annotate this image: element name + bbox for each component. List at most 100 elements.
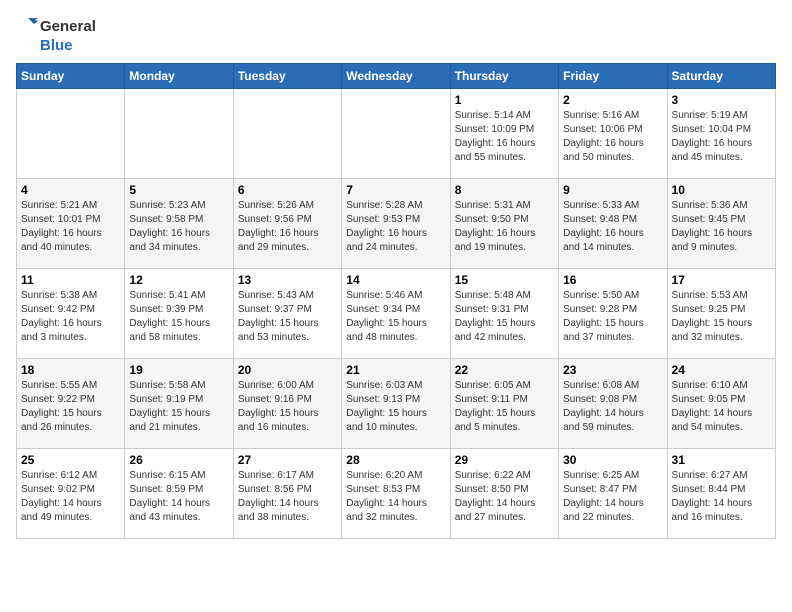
day-number: 3 — [672, 93, 771, 107]
calendar-cell: 20 Sunrise: 6:00 AMSunset: 9:16 PMDayligh… — [233, 358, 341, 448]
col-header-friday: Friday — [559, 63, 667, 88]
day-number: 27 — [238, 453, 337, 467]
day-info: Sunrise: 6:15 AMSunset: 8:59 PMDaylight:… — [129, 469, 228, 525]
day-info: Sunrise: 5:26 AMSunset: 9:56 PMDaylight:… — [238, 199, 337, 255]
day-info: Sunrise: 5:23 AMSunset: 9:58 PMDaylight:… — [129, 199, 228, 255]
day-info: Sunrise: 6:08 AMSunset: 9:08 PMDaylight:… — [563, 379, 662, 435]
calendar-cell: 31Sunrise: 6:27 AMSunset: 8:44 PMDayligh… — [667, 448, 775, 538]
day-number: 16 — [563, 273, 662, 287]
day-info: Sunrise: 5:48 AMSunset: 9:31 PMDaylight:… — [455, 289, 554, 345]
calendar-cell: 28 Sunrise: 6:20 AMSunset: 8:53 PMDayligh… — [342, 448, 450, 538]
calendar-table: SundayMondayTuesdayWednesdayThursdayFrid… — [16, 63, 776, 539]
day-info: Sunrise: 6:17 AMSunset: 8:56 PMDaylight:… — [238, 469, 337, 525]
day-info: Sunrise: 5:19 AMSunset: 10:04 PMDaylight… — [672, 109, 771, 165]
calendar-cell: 7 Sunrise: 5:28 AMSunset: 9:53 PMDaylight… — [342, 178, 450, 268]
col-header-thursday: Thursday — [450, 63, 558, 88]
calendar-cell: 16 Sunrise: 5:50 AMSunset: 9:28 PMDayligh… — [559, 268, 667, 358]
day-number: 20 — [238, 363, 337, 377]
day-number: 18 — [21, 363, 120, 377]
logo-general-text: General — [40, 19, 96, 36]
col-header-sunday: Sunday — [17, 63, 125, 88]
day-number: 25 — [21, 453, 120, 467]
calendar-cell: 18 Sunrise: 5:55 AMSunset: 9:22 PMDayligh… — [17, 358, 125, 448]
col-header-wednesday: Wednesday — [342, 63, 450, 88]
day-number: 7 — [346, 183, 445, 197]
day-number: 19 — [129, 363, 228, 377]
calendar-cell: 11 Sunrise: 5:38 AMSunset: 9:42 PMDayligh… — [17, 268, 125, 358]
calendar-cell: 21 Sunrise: 6:03 AMSunset: 9:13 PMDayligh… — [342, 358, 450, 448]
calendar-cell: 12Sunrise: 5:41 AMSunset: 9:39 PMDayligh… — [125, 268, 233, 358]
calendar-cell: 4Sunrise: 5:21 AMSunset: 10:01 PMDayligh… — [17, 178, 125, 268]
day-info: Sunrise: 5:41 AMSunset: 9:39 PMDaylight:… — [129, 289, 228, 345]
calendar-cell: 5 Sunrise: 5:23 AMSunset: 9:58 PMDaylight… — [125, 178, 233, 268]
day-info: Sunrise: 5:21 AMSunset: 10:01 PMDaylight… — [21, 199, 120, 255]
day-info: Sunrise: 5:16 AMSunset: 10:06 PMDaylight… — [563, 109, 662, 165]
day-info: Sunrise: 6:03 AMSunset: 9:13 PMDaylight:… — [346, 379, 445, 435]
calendar-cell: 29Sunrise: 6:22 AMSunset: 8:50 PMDayligh… — [450, 448, 558, 538]
day-info: Sunrise: 6:10 AMSunset: 9:05 PMDaylight:… — [672, 379, 771, 435]
calendar-cell: 10 Sunrise: 5:36 AMSunset: 9:45 PMDayligh… — [667, 178, 775, 268]
day-info: Sunrise: 6:05 AMSunset: 9:11 PMDaylight:… — [455, 379, 554, 435]
calendar-cell — [342, 88, 450, 178]
day-info: Sunrise: 6:12 AMSunset: 9:02 PMDaylight:… — [21, 469, 120, 525]
day-info: Sunrise: 5:50 AMSunset: 9:28 PMDaylight:… — [563, 289, 662, 345]
day-info: Sunrise: 6:00 AMSunset: 9:16 PMDaylight:… — [238, 379, 337, 435]
calendar-cell: 14 Sunrise: 5:46 AMSunset: 9:34 PMDayligh… — [342, 268, 450, 358]
header: General Blue — [16, 16, 776, 55]
day-info: Sunrise: 5:43 AMSunset: 9:37 PMDaylight:… — [238, 289, 337, 345]
day-number: 23 — [563, 363, 662, 377]
logo-blue-text: Blue — [40, 38, 96, 55]
col-header-saturday: Saturday — [667, 63, 775, 88]
day-info: Sunrise: 5:28 AMSunset: 9:53 PMDaylight:… — [346, 199, 445, 255]
day-info: Sunrise: 5:46 AMSunset: 9:34 PMDaylight:… — [346, 289, 445, 345]
day-info: Sunrise: 5:14 AMSunset: 10:09 PMDaylight… — [455, 109, 554, 165]
calendar-cell — [125, 88, 233, 178]
logo-bird-icon — [16, 16, 38, 38]
calendar-cell — [233, 88, 341, 178]
day-number: 14 — [346, 273, 445, 287]
day-number: 15 — [455, 273, 554, 287]
day-info: Sunrise: 5:33 AMSunset: 9:48 PMDaylight:… — [563, 199, 662, 255]
col-header-tuesday: Tuesday — [233, 63, 341, 88]
calendar-cell: 1 Sunrise: 5:14 AMSunset: 10:09 PMDayligh… — [450, 88, 558, 178]
day-info: Sunrise: 6:27 AMSunset: 8:44 PMDaylight:… — [672, 469, 771, 525]
calendar-cell: 26Sunrise: 6:15 AMSunset: 8:59 PMDayligh… — [125, 448, 233, 538]
day-number: 10 — [672, 183, 771, 197]
day-number: 5 — [129, 183, 228, 197]
day-number: 8 — [455, 183, 554, 197]
day-number: 9 — [563, 183, 662, 197]
day-number: 24 — [672, 363, 771, 377]
calendar-cell — [17, 88, 125, 178]
calendar-cell: 25 Sunrise: 6:12 AMSunset: 9:02 PMDayligh… — [17, 448, 125, 538]
day-info: Sunrise: 6:25 AMSunset: 8:47 PMDaylight:… — [563, 469, 662, 525]
logo: General Blue — [16, 16, 96, 55]
calendar-cell: 30Sunrise: 6:25 AMSunset: 8:47 PMDayligh… — [559, 448, 667, 538]
day-number: 2 — [563, 93, 662, 107]
day-info: Sunrise: 5:36 AMSunset: 9:45 PMDaylight:… — [672, 199, 771, 255]
calendar-cell: 3 Sunrise: 5:19 AMSunset: 10:04 PMDayligh… — [667, 88, 775, 178]
calendar-cell: 8Sunrise: 5:31 AMSunset: 9:50 PMDaylight… — [450, 178, 558, 268]
calendar-cell: 23 Sunrise: 6:08 AMSunset: 9:08 PMDayligh… — [559, 358, 667, 448]
day-info: Sunrise: 6:22 AMSunset: 8:50 PMDaylight:… — [455, 469, 554, 525]
logo-container: General Blue — [16, 16, 96, 55]
day-info: Sunrise: 6:20 AMSunset: 8:53 PMDaylight:… — [346, 469, 445, 525]
calendar-cell: 2 Sunrise: 5:16 AMSunset: 10:06 PMDayligh… — [559, 88, 667, 178]
calendar-cell: 24 Sunrise: 6:10 AMSunset: 9:05 PMDayligh… — [667, 358, 775, 448]
day-info: Sunrise: 5:58 AMSunset: 9:19 PMDaylight:… — [129, 379, 228, 435]
calendar-cell: 22Sunrise: 6:05 AMSunset: 9:11 PMDayligh… — [450, 358, 558, 448]
calendar-cell: 6 Sunrise: 5:26 AMSunset: 9:56 PMDaylight… — [233, 178, 341, 268]
day-info: Sunrise: 5:55 AMSunset: 9:22 PMDaylight:… — [21, 379, 120, 435]
day-number: 21 — [346, 363, 445, 377]
day-info: Sunrise: 5:38 AMSunset: 9:42 PMDaylight:… — [21, 289, 120, 345]
day-number: 1 — [455, 93, 554, 107]
calendar-cell: 27 Sunrise: 6:17 AMSunset: 8:56 PMDayligh… — [233, 448, 341, 538]
calendar-cell: 19 Sunrise: 5:58 AMSunset: 9:19 PMDayligh… — [125, 358, 233, 448]
day-number: 28 — [346, 453, 445, 467]
day-number: 17 — [672, 273, 771, 287]
calendar-cell: 15 Sunrise: 5:48 AMSunset: 9:31 PMDayligh… — [450, 268, 558, 358]
day-number: 11 — [21, 273, 120, 287]
day-info: Sunrise: 5:53 AMSunset: 9:25 PMDaylight:… — [672, 289, 771, 345]
calendar-cell: 13 Sunrise: 5:43 AMSunset: 9:37 PMDayligh… — [233, 268, 341, 358]
day-number: 6 — [238, 183, 337, 197]
day-number: 13 — [238, 273, 337, 287]
